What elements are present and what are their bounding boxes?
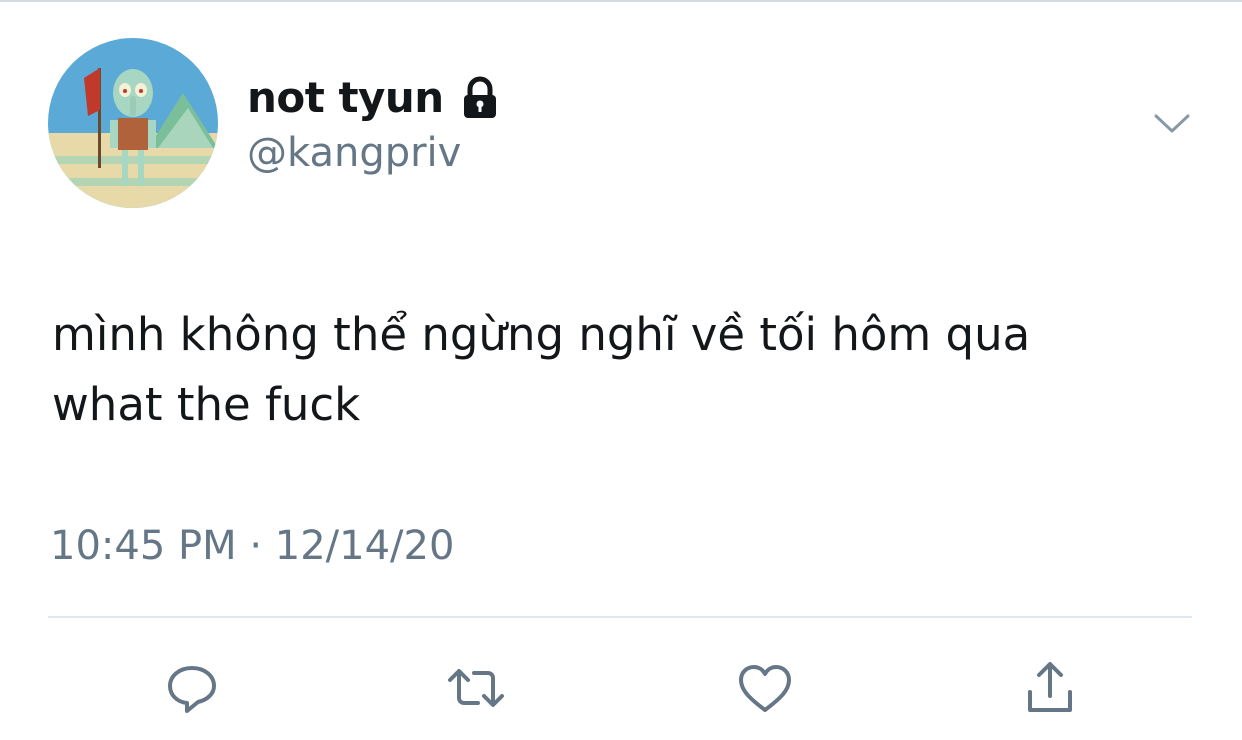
author-name-row[interactable]: not tyun xyxy=(247,70,502,126)
user-handle[interactable]: @kangpriv xyxy=(247,133,461,173)
retweet-icon xyxy=(448,669,504,707)
tweet-menu-button[interactable] xyxy=(1150,105,1194,141)
reply-button[interactable] xyxy=(160,656,224,720)
chevron-down-icon xyxy=(1154,114,1190,133)
divider xyxy=(48,616,1192,618)
avatar-image xyxy=(48,38,218,208)
tweet-time: 10:45 PM xyxy=(50,523,237,569)
retweet-button[interactable] xyxy=(444,656,508,720)
like-button[interactable] xyxy=(733,656,797,720)
display-name[interactable]: not tyun xyxy=(247,77,444,119)
tweet-text-line: mình không thể ngừng nghĩ về tối hôm qua xyxy=(52,308,1031,361)
timestamp-separator: · xyxy=(249,523,263,569)
heart-icon xyxy=(739,665,791,712)
tweet-text-line: what the fuck xyxy=(52,378,361,431)
tweet-timestamp[interactable]: 10:45 PM · 12/14/20 xyxy=(50,526,454,566)
lock-icon xyxy=(458,76,502,120)
reply-icon xyxy=(168,666,216,713)
top-border xyxy=(0,0,1242,2)
avatar[interactable] xyxy=(48,38,218,208)
tweet-date: 12/14/20 xyxy=(274,523,455,569)
tweet-text: mình không thể ngừng nghĩ về tối hôm qua… xyxy=(52,300,1202,440)
share-button[interactable] xyxy=(1018,656,1082,720)
share-icon xyxy=(1028,662,1072,712)
